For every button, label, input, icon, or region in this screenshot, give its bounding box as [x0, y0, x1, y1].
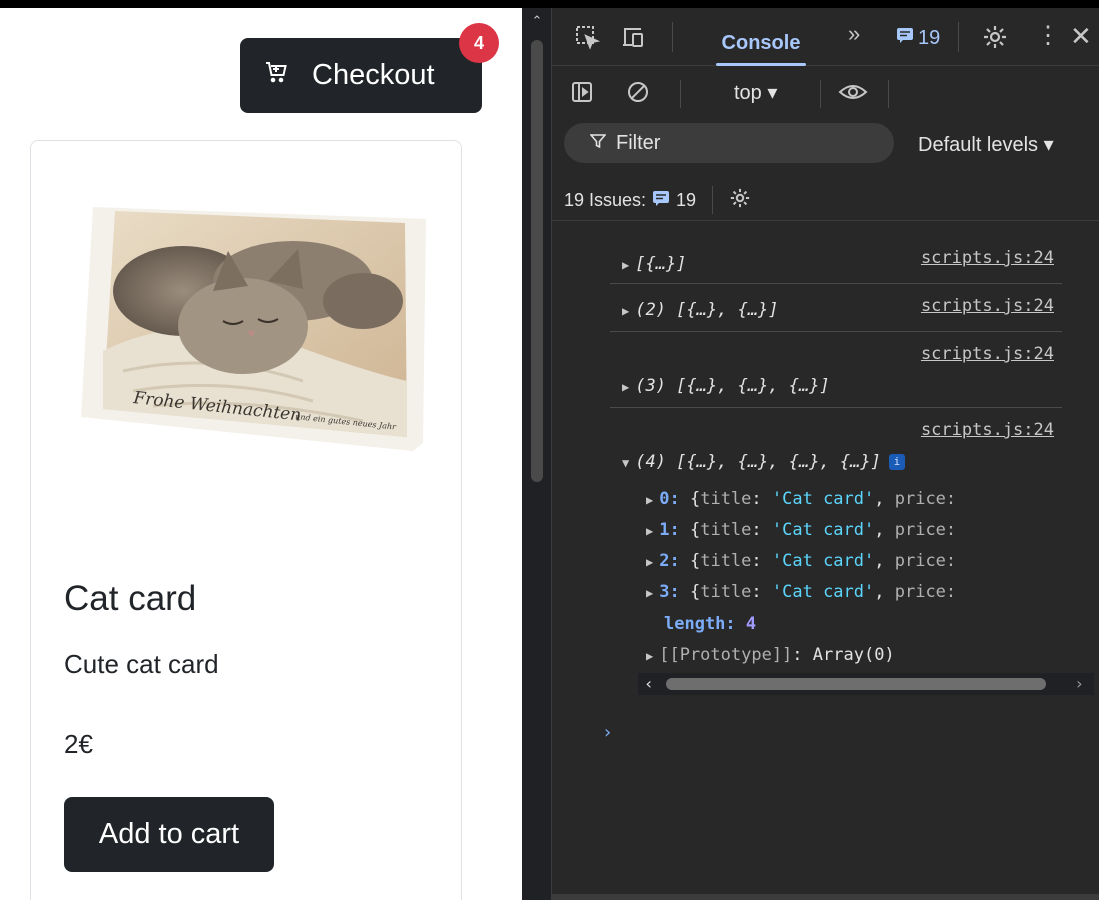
- scroll-right-icon[interactable]: ›: [1074, 674, 1084, 693]
- tab-console[interactable]: Console: [708, 20, 814, 66]
- close-icon[interactable]: ✕: [1070, 23, 1096, 50]
- checkout-button[interactable]: Checkout: [240, 38, 482, 113]
- console-entry: scripts.js:24 ▶ (3) [{…}, {…}, {…}]: [610, 332, 1062, 408]
- log-summary: (3) [{…}, {…}, {…}]: [635, 376, 830, 396]
- cart-count-badge: 4: [459, 23, 499, 63]
- expand-triangle-icon[interactable]: ▶: [622, 304, 629, 318]
- window-top-border: [0, 0, 1099, 8]
- array-item[interactable]: ▶ 0: {title: 'Cat card', price:: [646, 489, 956, 509]
- scroll-left-icon[interactable]: ‹: [644, 674, 654, 693]
- device-toolbar-icon[interactable]: [620, 24, 646, 50]
- expand-triangle-icon[interactable]: ▶: [646, 493, 653, 507]
- console-toolbar: top ▾: [552, 66, 1099, 118]
- source-link[interactable]: scripts.js:24: [921, 420, 1054, 440]
- message-icon: [896, 26, 914, 50]
- settings-gear-icon[interactable]: [982, 24, 1008, 50]
- eye-icon[interactable]: [838, 80, 868, 106]
- cart-icon: [264, 59, 288, 92]
- issues-label: 19 Issues:: [564, 189, 647, 210]
- context-selector[interactable]: top ▾: [734, 80, 777, 105]
- filter-icon: [589, 132, 607, 155]
- array-prototype[interactable]: ▶ [[Prototype]]: Array(0): [646, 645, 895, 665]
- scrollbar-thumb[interactable]: [666, 678, 1046, 690]
- more-tabs-icon[interactable]: »: [848, 21, 860, 47]
- expand-triangle-icon[interactable]: ▶: [646, 524, 653, 538]
- horizontal-scrollbar[interactable]: ‹ ›: [638, 673, 1094, 695]
- log-message[interactable]: ▶ [{…}]: [622, 254, 686, 274]
- message-count: 19: [918, 26, 941, 49]
- product-image: Frohe Weihnachten und ein gutes neues Ja…: [63, 181, 431, 471]
- log-levels-dropdown[interactable]: Default levels ▾: [918, 132, 1054, 157]
- separator: [958, 22, 959, 52]
- log-message[interactable]: ▶ (2) [{…}, {…}]: [622, 300, 779, 320]
- log-message[interactable]: ▶ (3) [{…}, {…}, {…}]: [622, 376, 830, 396]
- console-output: scripts.js:24 ▶ [{…}] scripts.js:24 ▶ (2) …: [552, 222, 1099, 900]
- sidebar-toggle-icon[interactable]: [570, 80, 596, 106]
- expand-triangle-icon[interactable]: ▶: [622, 380, 629, 394]
- console-entry: scripts.js:24 ▶ (2) [{…}, {…}]: [610, 284, 1062, 332]
- separator: [680, 80, 681, 108]
- console-prompt[interactable]: ›: [602, 722, 613, 743]
- separator: [820, 80, 821, 108]
- array-item[interactable]: ▶ 2: {title: 'Cat card', price:: [646, 551, 956, 571]
- inspect-element-icon[interactable]: [574, 24, 601, 50]
- source-link[interactable]: scripts.js:24: [921, 296, 1054, 316]
- web-page: Checkout 4 Frohe Weihnachten und ein gut…: [0, 8, 522, 900]
- console-entry: scripts.js:24 ▶ [{…}]: [610, 234, 1062, 284]
- scrollbar-thumb[interactable]: [531, 40, 543, 482]
- info-icon[interactable]: i: [888, 454, 905, 470]
- array-item[interactable]: ▶ 1: {title: 'Cat card', price:: [646, 520, 956, 540]
- expand-triangle-icon[interactable]: ▶: [646, 649, 653, 663]
- separator: [672, 22, 673, 52]
- page-scrollbar[interactable]: ⌃: [522, 8, 552, 900]
- kebab-menu-icon[interactable]: ⋮: [1036, 24, 1060, 50]
- array-length: length: 4: [664, 614, 757, 634]
- devtools-tabbar: Console » 19 ⋮ ✕: [552, 8, 1099, 66]
- issues-bar: 19 Issues: 19: [552, 171, 1099, 221]
- product-price: 2€: [64, 729, 93, 759]
- issues-settings-icon[interactable]: [729, 187, 751, 214]
- collapse-triangle-icon[interactable]: ▼: [622, 456, 629, 470]
- messages-counter[interactable]: 19: [896, 26, 940, 50]
- issues-message-icon[interactable]: [652, 189, 670, 212]
- log-message[interactable]: ▼ (4) [{…}, {…}, {…}, {…}] i: [622, 452, 905, 472]
- devtools-panel: ⌃ Console » 19 ⋮ ✕ top ▾ Filter Default …: [522, 8, 1099, 900]
- expand-triangle-icon[interactable]: ▶: [646, 555, 653, 569]
- filter-placeholder: Filter: [616, 131, 661, 154]
- separator: [712, 186, 714, 214]
- product-card: Frohe Weihnachten und ein gutes neues Ja…: [30, 140, 462, 900]
- expand-triangle-icon[interactable]: ▶: [622, 258, 629, 272]
- clear-console-icon[interactable]: [626, 80, 652, 106]
- expand-triangle-icon[interactable]: ▶: [646, 586, 653, 600]
- array-item[interactable]: ▶ 3: {title: 'Cat card', price:: [646, 582, 956, 602]
- add-to-cart-button[interactable]: Add to cart: [64, 797, 274, 872]
- log-summary: [{…}]: [635, 254, 687, 274]
- scroll-up-icon[interactable]: ⌃: [530, 14, 544, 28]
- product-title: Cat card: [64, 579, 197, 618]
- log-summary: (4) [{…}, {…}, {…}, {…}]: [635, 452, 881, 472]
- separator: [888, 80, 889, 108]
- product-description: Cute cat card: [64, 649, 219, 679]
- source-link[interactable]: scripts.js:24: [921, 344, 1054, 364]
- source-link[interactable]: scripts.js:24: [921, 248, 1054, 268]
- filter-input[interactable]: Filter: [564, 123, 894, 163]
- log-summary: (2) [{…}, {…}]: [635, 300, 779, 320]
- issues-count[interactable]: 19: [676, 190, 696, 211]
- panel-bottom-border: [552, 894, 1099, 900]
- checkout-label: Checkout: [312, 59, 435, 91]
